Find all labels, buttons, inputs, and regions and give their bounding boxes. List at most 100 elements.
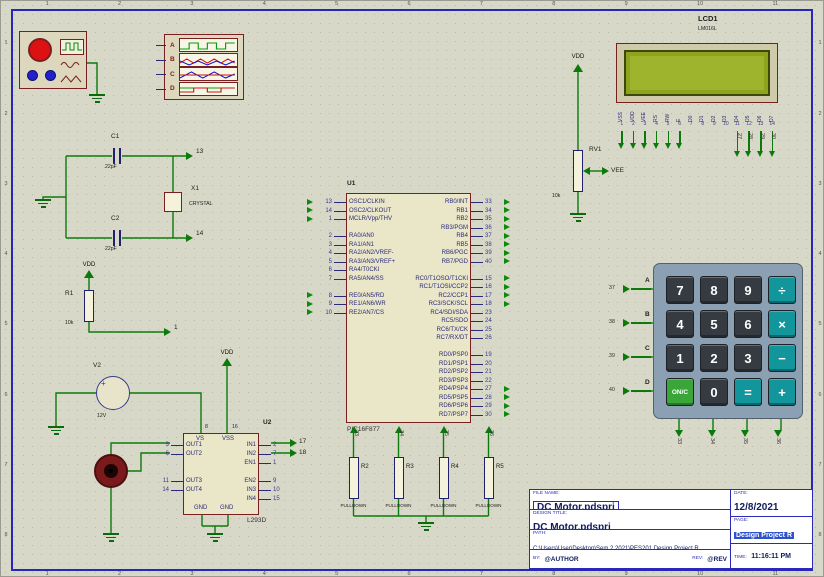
terminal-arrow-icon bbox=[307, 207, 313, 214]
ruler-number: 2 bbox=[818, 110, 822, 117]
sine-wave-icon bbox=[60, 62, 80, 68]
generator-knob-blue-2[interactable] bbox=[45, 70, 56, 81]
mcu-u1-pic16f877[interactable]: 13 OSC1/CLKIN 14 OSC2/CLKOUT 1 MCLR/Vpp/… bbox=[307, 193, 510, 423]
pin-name: RC4/SDI/SDA bbox=[430, 309, 468, 316]
pin-row: RD7/PSP7 30 bbox=[396, 411, 510, 420]
keypad-key[interactable]: 4 bbox=[666, 310, 694, 338]
resistor-r4[interactable]: 35 R4 PULLDOWN bbox=[421, 426, 466, 518]
potentiometer-rv1[interactable] bbox=[573, 150, 583, 192]
pin-row: 11 OUT3 bbox=[163, 476, 214, 485]
resistor-r1[interactable] bbox=[84, 290, 94, 322]
keypad-row-letter: C bbox=[645, 345, 650, 352]
ground-symbol[interactable] bbox=[418, 522, 434, 533]
terminal-in1[interactable] bbox=[290, 439, 297, 447]
keypad-key-label: 5 bbox=[710, 316, 718, 332]
ground-symbol[interactable] bbox=[35, 199, 51, 210]
keypad-key[interactable]: 2 bbox=[700, 344, 728, 372]
keypad-key[interactable]: 3 bbox=[734, 344, 762, 372]
resistor-body bbox=[348, 457, 359, 499]
pin-number: 16 bbox=[485, 284, 492, 291]
signal-generator[interactable] bbox=[19, 31, 87, 89]
ground-symbol[interactable] bbox=[207, 533, 223, 544]
keypad-col-terminal[interactable]: 35 bbox=[731, 419, 758, 449]
terminal-vee[interactable] bbox=[602, 167, 609, 175]
terminal-arrow-icon bbox=[307, 309, 313, 316]
dc-motor[interactable] bbox=[94, 454, 128, 488]
keypad-key[interactable]: = bbox=[734, 378, 762, 406]
ground-symbol[interactable] bbox=[48, 426, 64, 437]
pin-name: RD5/PSP5 bbox=[438, 394, 468, 401]
lcd-pin-name: D5 bbox=[745, 115, 752, 122]
net-number: 34 bbox=[398, 430, 404, 437]
ruler-number: 7 bbox=[4, 461, 8, 468]
net-30: 30 bbox=[770, 133, 777, 140]
keypad-col-terminal[interactable]: 36 bbox=[764, 419, 791, 449]
keypad-row-terminal[interactable]: 39 C bbox=[599, 340, 655, 374]
generator-knob-blue-1[interactable] bbox=[27, 70, 38, 81]
capacitor-c1[interactable] bbox=[112, 148, 122, 164]
oscilloscope[interactable]: A B C D bbox=[156, 34, 244, 100]
pin-name: RC7/RX/DT bbox=[436, 335, 468, 342]
vdd-label: VDD bbox=[571, 54, 585, 60]
keypad-key[interactable]: × bbox=[768, 310, 796, 338]
resistor-r2[interactable]: 33 R2 PULLDOWN bbox=[331, 426, 376, 518]
pin-row: RD0/PSP0 19 bbox=[396, 351, 492, 360]
vdd-terminal[interactable] bbox=[84, 270, 94, 278]
keypad[interactable]: 7 8 9 ÷ 4 5 6 × 1 2 3 − ON/C 0 = + bbox=[653, 263, 803, 419]
vdd-terminal[interactable] bbox=[573, 64, 583, 72]
keypad-key-label: 9 bbox=[744, 282, 752, 298]
terminal-mclr[interactable] bbox=[164, 328, 171, 336]
terminal-in2[interactable] bbox=[290, 449, 297, 457]
vdd-terminal[interactable] bbox=[222, 358, 232, 366]
generator-knob-red[interactable] bbox=[28, 38, 52, 62]
lcd-pin: D0 7 bbox=[685, 104, 697, 130]
keypad-key[interactable]: − bbox=[768, 344, 796, 372]
keypad-key[interactable]: 6 bbox=[734, 310, 762, 338]
motor-driver-u2-l293d[interactable]: VS VSS 3 OUT1 6 OUT2 11 OUT3 14 OUT4 IN1… bbox=[162, 433, 280, 515]
terminal-osc1[interactable] bbox=[186, 152, 193, 160]
resistor-r3[interactable]: 34 R3 PULLDOWN bbox=[376, 426, 421, 518]
c2-ref: C2 bbox=[111, 215, 120, 222]
ground-symbol[interactable] bbox=[89, 94, 105, 105]
terminal-arrow-icon bbox=[623, 353, 630, 361]
resistor-r5[interactable]: 36 R5 PULLDOWN bbox=[466, 426, 511, 518]
keypad-key[interactable]: 5 bbox=[700, 310, 728, 338]
pin-name: OUT4 bbox=[186, 486, 203, 493]
keypad-key[interactable]: ÷ bbox=[768, 276, 796, 304]
crystal-x1[interactable] bbox=[164, 192, 182, 212]
r5-value: PULLDOWN bbox=[475, 503, 502, 508]
ruler-number: 10 bbox=[697, 1, 704, 8]
keypad-row-terminal[interactable]: 40 D bbox=[599, 374, 655, 408]
keypad-key-label: 8 bbox=[710, 282, 718, 298]
capacitor-c2[interactable] bbox=[112, 230, 122, 246]
date-row: DATE: 12/8/2021 bbox=[731, 490, 812, 517]
pin-name: RC1/T1OSI/CCP2 bbox=[419, 284, 468, 291]
keypad-key[interactable]: 8 bbox=[700, 276, 728, 304]
u2-gnd-label: GND bbox=[194, 505, 208, 511]
keypad-key[interactable]: + bbox=[768, 378, 796, 406]
keypad-key[interactable]: ON/C bbox=[666, 378, 694, 406]
keypad-col-terminal[interactable]: 33 bbox=[665, 419, 692, 449]
ground-symbol[interactable] bbox=[570, 213, 586, 224]
ruler-number: 6 bbox=[407, 571, 411, 577]
pin-number: 23 bbox=[485, 309, 492, 316]
lcd-pin: D6 13 bbox=[755, 104, 767, 130]
keypad-col-terminal[interactable]: 34 bbox=[698, 419, 725, 449]
terminal-osc2[interactable] bbox=[186, 234, 193, 242]
ground-symbol[interactable] bbox=[103, 533, 119, 544]
lcd-display-lm016l[interactable] bbox=[616, 43, 778, 103]
keypad-key[interactable]: 0 bbox=[700, 378, 728, 406]
rev-label: REV: bbox=[692, 556, 704, 562]
keypad-key[interactable]: 9 bbox=[734, 276, 762, 304]
pin-name: RE2/AN7/CS bbox=[349, 309, 385, 316]
ruler-number: 8 bbox=[552, 1, 556, 8]
keypad-row-terminal[interactable]: 37 A bbox=[599, 272, 655, 306]
terminal-arrow-icon bbox=[504, 207, 510, 214]
resistor-body bbox=[483, 457, 494, 499]
keypad-key[interactable]: 1 bbox=[666, 344, 694, 372]
keypad-key[interactable]: 7 bbox=[666, 276, 694, 304]
keypad-row-terminal[interactable]: 38 B bbox=[599, 306, 655, 340]
r3-value: PULLDOWN bbox=[385, 503, 412, 508]
net-number: 33 bbox=[353, 430, 359, 437]
pin-row: RD1/PSP1 20 bbox=[396, 360, 492, 369]
